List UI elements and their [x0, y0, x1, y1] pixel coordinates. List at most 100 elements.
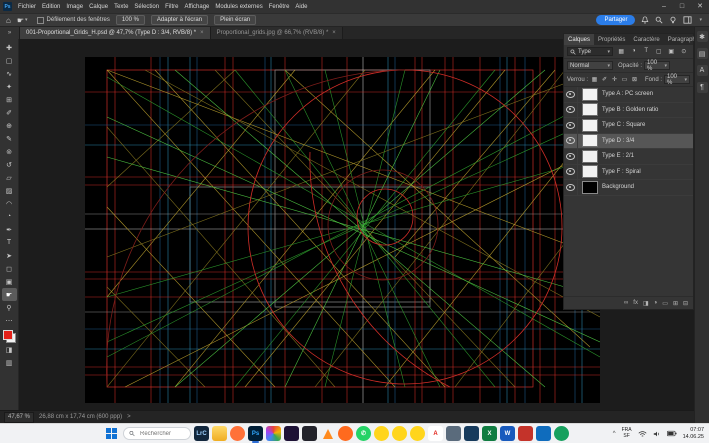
eye-icon[interactable]	[566, 137, 575, 144]
hand-tool[interactable]: ☛	[2, 288, 17, 301]
path-selection-tool[interactable]: ➤	[2, 249, 17, 262]
battery-icon[interactable]	[667, 430, 677, 437]
marquee-tool[interactable]: ▢	[2, 54, 17, 67]
lock-artboard-icon[interactable]: ▭	[620, 76, 629, 83]
layer-thumbnail[interactable]	[582, 181, 598, 194]
share-button[interactable]: Partager	[596, 15, 635, 25]
layer-thumbnail[interactable]	[582, 165, 598, 178]
healing-tool[interactable]: ⊕	[2, 119, 17, 132]
link-layers-icon[interactable]: ∞	[624, 300, 628, 306]
filter-type-icon[interactable]: T	[642, 48, 651, 55]
layer-mask-icon[interactable]: ◨	[643, 300, 649, 307]
volume-icon[interactable]	[653, 430, 661, 438]
taskbar-app-blue-app[interactable]	[536, 426, 551, 441]
taskbar-app-yellow-app-3[interactable]	[410, 426, 425, 441]
layer-row-type-a-pc-screen[interactable]: Type A : PC screen	[564, 87, 693, 103]
menu-calque[interactable]: Calque	[89, 4, 108, 10]
taskbar-app-red-app[interactable]	[518, 426, 533, 441]
layer-row-type-f-spiral[interactable]: Type F : Spiral	[564, 165, 693, 181]
fit-screen-button[interactable]: Adapter à l'écran	[151, 15, 208, 25]
taskbar-search-input[interactable]	[138, 430, 190, 438]
filter-image-icon[interactable]: ▦	[617, 48, 626, 55]
layer-visibility-cell[interactable]	[564, 103, 578, 118]
taskbar-app-photoshop[interactable]: Ps	[248, 426, 263, 441]
layer-visibility-cell[interactable]	[564, 180, 578, 195]
menu-s-lection[interactable]: Sélection	[134, 4, 159, 10]
crop-tool[interactable]: ⊞	[2, 93, 17, 106]
move-tool[interactable]: ✚	[2, 41, 17, 54]
close-button[interactable]: ✕	[691, 0, 709, 13]
lock-pixels-icon[interactable]: ✐	[600, 76, 609, 83]
foreground-color-swatch[interactable]	[3, 330, 13, 340]
zoom-tool[interactable]: ⚲	[2, 301, 17, 314]
taskbar-app-photos-app[interactable]	[266, 426, 281, 441]
start-button[interactable]	[106, 428, 117, 439]
wifi-icon[interactable]	[638, 430, 647, 438]
filter-adjustment-icon[interactable]: ◑	[629, 48, 638, 55]
layer-row-type-d-3-4[interactable]: Type D : 3/4	[564, 134, 693, 150]
maximize-button[interactable]: □	[673, 0, 691, 13]
taskbar-app-firefox[interactable]	[230, 426, 245, 441]
lock-position-icon[interactable]: ✛	[610, 76, 619, 83]
taskbar-app-orange-app[interactable]	[338, 426, 353, 441]
eraser-tool[interactable]: ▱	[2, 171, 17, 184]
pen-tool[interactable]: ✒	[2, 223, 17, 236]
tray-chevron-icon[interactable]: ^	[613, 431, 616, 437]
scroll-all-windows-checkbox[interactable]	[37, 17, 44, 24]
layer-thumbnail[interactable]	[582, 103, 598, 116]
menu-fichier[interactable]: Fichier	[18, 4, 36, 10]
panel-tab-propri-t-s[interactable]: Propriétés	[594, 34, 629, 45]
history-brush-tool[interactable]: ↺	[2, 158, 17, 171]
layer-thumbnail[interactable]	[582, 150, 598, 163]
menu-fen-tre[interactable]: Fenêtre	[269, 4, 290, 10]
edit-toolbar[interactable]: ⋯	[2, 314, 17, 327]
new-layer-icon[interactable]: ⊞	[673, 300, 678, 307]
workspace-caret-icon[interactable]: ▾	[699, 17, 702, 23]
layer-thumbnail[interactable]	[582, 88, 598, 101]
brush-tool[interactable]: ✎	[2, 132, 17, 145]
gradient-tool[interactable]: ▨	[2, 184, 17, 197]
layer-visibility-cell[interactable]	[564, 118, 578, 133]
object-selection-tool[interactable]: ✦	[2, 80, 17, 93]
dodge-tool[interactable]: ◔	[2, 210, 17, 223]
layer-row-type-c-square[interactable]: Type C : Square	[564, 118, 693, 134]
taskbar-app-yellow-app-2[interactable]	[392, 426, 407, 441]
status-caret-icon[interactable]: >	[127, 414, 131, 420]
workspace-icon[interactable]	[683, 16, 692, 24]
libraries-panel-icon[interactable]: ▤	[697, 48, 708, 59]
minimize-button[interactable]: –	[655, 0, 673, 13]
home-icon[interactable]: ⌂	[6, 16, 11, 25]
filter-shape-icon[interactable]: ▢	[654, 48, 663, 55]
menu-modules-externes[interactable]: Modules externes	[215, 4, 262, 10]
quick-mask-icon[interactable]: ◨	[2, 343, 17, 356]
filter-pin-icon[interactable]: ⊙	[679, 48, 688, 55]
layer-thumbnail[interactable]	[582, 134, 598, 147]
tray-clock[interactable]: 07:07 14.06.25	[683, 427, 704, 440]
blur-tool[interactable]: ◠	[2, 197, 17, 210]
taskbar-app-yellow-app-1[interactable]	[374, 426, 389, 441]
tray-language-indicator[interactable]: FRA SF	[622, 428, 632, 439]
type-tool[interactable]: T	[2, 236, 17, 249]
taskbar-app-whatsapp[interactable]: ✆	[356, 426, 371, 441]
menu-texte[interactable]: Texte	[114, 4, 128, 10]
lock-transparency-icon[interactable]: ▦	[590, 76, 599, 83]
taskbar-app-green-app[interactable]	[554, 426, 569, 441]
document-tab-inactive[interactable]: Proportional_grids.jpg @ 66,7% (RVB/8) *…	[211, 27, 343, 39]
layer-visibility-cell[interactable]	[564, 134, 578, 149]
eye-icon[interactable]	[566, 184, 575, 191]
menu-aide[interactable]: Aide	[295, 4, 307, 10]
eyedropper-tool[interactable]: ✐	[2, 106, 17, 119]
hand-tool-caret-icon[interactable]: ▾	[25, 17, 28, 23]
eye-icon[interactable]	[566, 91, 575, 98]
taskbar-app-file-explorer[interactable]	[212, 426, 227, 441]
lock-all-icon[interactable]: ⊠	[630, 76, 639, 83]
layer-row-background[interactable]: Background	[564, 180, 693, 196]
opacity-select[interactable]: 100 % ▾	[644, 61, 670, 70]
taskbar-app-camera-app[interactable]	[302, 426, 317, 441]
menu-image[interactable]: Image	[66, 4, 83, 10]
layer-row-type-e-2-1[interactable]: Type E : 2/1	[564, 149, 693, 165]
blend-mode-select[interactable]: Normal ▾	[567, 61, 613, 70]
taskbar-app-lightroom-classic[interactable]: LrC	[194, 426, 209, 441]
layer-visibility-cell[interactable]	[564, 165, 578, 180]
document-canvas[interactable]	[85, 57, 600, 403]
